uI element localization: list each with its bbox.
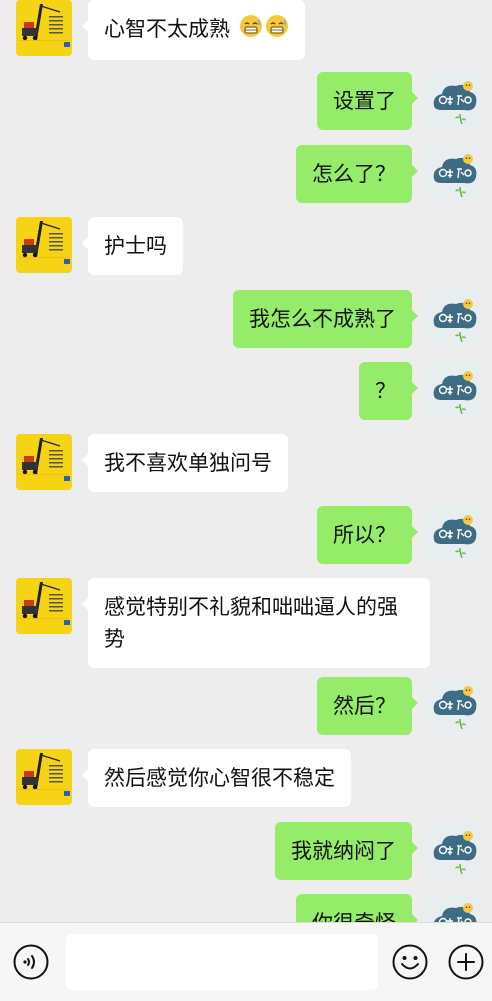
message-text: 你很奇怪 bbox=[312, 911, 396, 922]
contact-avatar[interactable] bbox=[16, 578, 72, 634]
plus-icon bbox=[448, 944, 484, 980]
message-bubble-sent[interactable]: 我怎么不成熟了 bbox=[233, 290, 418, 348]
contact-avatar[interactable] bbox=[16, 0, 72, 56]
voice-button[interactable] bbox=[12, 943, 50, 981]
message-text: 怎么了？ bbox=[312, 162, 396, 186]
self-avatar[interactable] bbox=[426, 362, 482, 418]
message-bubble-sent[interactable]: 你很奇怪 bbox=[296, 894, 418, 922]
self-avatar[interactable] bbox=[426, 822, 482, 878]
message-text: 心智不太成熟 bbox=[104, 17, 230, 41]
smiley-icon bbox=[392, 944, 428, 980]
message-bubble-sent[interactable]: 然后？ bbox=[317, 677, 418, 735]
message-text: ？ bbox=[375, 379, 396, 403]
message-text: 我就纳闷了 bbox=[291, 839, 396, 863]
message-text: 所以？ bbox=[333, 523, 396, 547]
message-bubble-received[interactable]: 心智不太成熟 bbox=[82, 0, 305, 60]
message-input[interactable] bbox=[66, 934, 378, 990]
chat-area[interactable]: 心智不太成熟 设置了 怎么了？ 护士吗 我怎么不成熟了 ？ 我不喜欢单独问号 所… bbox=[0, 0, 492, 922]
self-avatar[interactable] bbox=[426, 72, 482, 128]
self-avatar[interactable] bbox=[426, 145, 482, 201]
message-bubble-sent[interactable]: ？ bbox=[359, 362, 418, 420]
message-text: 然后？ bbox=[333, 694, 396, 718]
self-avatar[interactable] bbox=[426, 290, 482, 346]
self-avatar[interactable] bbox=[426, 894, 482, 922]
message-bubble-sent[interactable]: 设置了 bbox=[317, 72, 418, 130]
message-bubble-sent[interactable]: 我就纳闷了 bbox=[275, 822, 418, 880]
message-text: 我不喜欢单独问号 bbox=[104, 451, 272, 475]
message-text: 护士吗 bbox=[104, 234, 167, 258]
message-bubble-received[interactable]: 感觉特别不礼貌和咄咄逼人的强势 bbox=[82, 578, 430, 668]
self-avatar[interactable] bbox=[426, 677, 482, 733]
message-bubble-received[interactable]: 然后感觉你心智很不稳定 bbox=[82, 749, 351, 807]
message-bubble-sent[interactable]: 所以？ bbox=[317, 506, 418, 564]
emoji-button[interactable] bbox=[391, 943, 429, 981]
message-bubble-received[interactable]: 护士吗 bbox=[82, 217, 183, 275]
message-text: 然后感觉你心智很不稳定 bbox=[104, 766, 335, 790]
grimace-emoji-icon bbox=[239, 14, 263, 47]
message-bubble-received[interactable]: 我不喜欢单独问号 bbox=[82, 434, 288, 492]
message-text: 设置了 bbox=[333, 89, 396, 113]
grimace-emoji-icon bbox=[265, 14, 289, 47]
contact-avatar[interactable] bbox=[16, 434, 72, 490]
input-bar bbox=[0, 922, 492, 1001]
voice-icon bbox=[13, 944, 49, 980]
message-text: 我怎么不成熟了 bbox=[249, 307, 396, 331]
self-avatar[interactable] bbox=[426, 506, 482, 562]
more-button[interactable] bbox=[447, 943, 485, 981]
contact-avatar[interactable] bbox=[16, 749, 72, 805]
message-bubble-sent[interactable]: 怎么了？ bbox=[296, 145, 418, 203]
message-text: 感觉特别不礼貌和咄咄逼人的强势 bbox=[104, 595, 398, 651]
contact-avatar[interactable] bbox=[16, 217, 72, 273]
